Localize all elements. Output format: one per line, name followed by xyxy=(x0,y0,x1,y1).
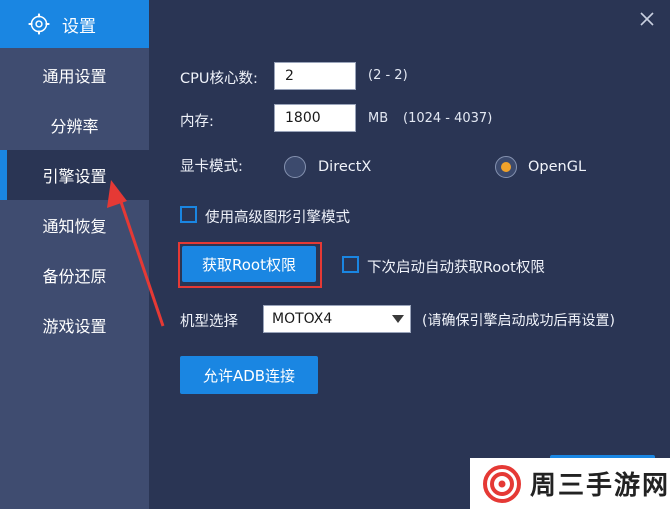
cpu-range: (2 - 2) xyxy=(368,68,408,83)
model-note: (请确保引擎启动成功后再设置) xyxy=(422,313,615,329)
allow-adb-button[interactable]: 允许ADB连接 xyxy=(180,356,318,394)
nav-item-resolution[interactable]: 分辨率 xyxy=(0,100,149,150)
cpu-label: CPU核心数: xyxy=(180,71,258,87)
site-logo-icon xyxy=(483,464,521,503)
chevron-down-icon xyxy=(392,315,404,323)
settings-nav: 通用设置 分辨率 引擎设置 通知恢复 备份还原 游戏设置 xyxy=(0,50,149,350)
radio-opengl-label: OpenGL xyxy=(528,159,587,175)
model-label: 机型选择 xyxy=(180,314,238,330)
get-root-button[interactable]: 获取Root权限 xyxy=(182,246,316,282)
nav-item-engine[interactable]: 引擎设置 xyxy=(0,150,149,200)
advanced-engine-label: 使用高级图形引擎模式 xyxy=(205,210,350,226)
nav-item-label: 分辨率 xyxy=(50,117,99,136)
memory-label: 内存: xyxy=(180,114,214,130)
close-icon[interactable] xyxy=(636,8,658,30)
settings-header: 设置 xyxy=(0,0,149,48)
nav-item-general[interactable]: 通用设置 xyxy=(0,50,149,100)
model-select[interactable]: MOTOX4 xyxy=(263,305,411,333)
nav-item-label: 备份还原 xyxy=(42,267,107,286)
gear-icon xyxy=(28,13,50,35)
radio-directx[interactable] xyxy=(284,156,306,178)
nav-item-label: 通知恢复 xyxy=(42,217,107,236)
memory-input[interactable]: 1800 xyxy=(274,104,356,132)
nav-item-label: 引擎设置 xyxy=(42,167,107,186)
auto-root-label: 下次启动自动获取Root权限 xyxy=(367,260,545,276)
settings-title: 设置 xyxy=(62,16,96,37)
nav-item-backup[interactable]: 备份还原 xyxy=(0,250,149,300)
nav-item-label: 游戏设置 xyxy=(42,317,107,336)
memory-range: (1024 - 4037) xyxy=(403,111,493,126)
radio-directx-label: DirectX xyxy=(318,159,372,175)
nav-item-label: 通用设置 xyxy=(42,67,107,86)
cpu-input[interactable]: 2 xyxy=(274,62,356,90)
advanced-engine-checkbox[interactable] xyxy=(180,206,197,223)
sidebar: 设置 通用设置 分辨率 引擎设置 通知恢复 备份还原 游戏设置 xyxy=(0,0,149,509)
model-select-value: MOTOX4 xyxy=(272,311,333,327)
nav-item-notify-restore[interactable]: 通知恢复 xyxy=(0,200,149,250)
watermark: 周三手游网 xyxy=(470,458,670,509)
auto-root-checkbox[interactable] xyxy=(342,256,359,273)
gpu-mode-label: 显卡模式: xyxy=(180,159,243,175)
radio-opengl[interactable] xyxy=(495,156,517,178)
nav-item-game[interactable]: 游戏设置 xyxy=(0,300,149,350)
memory-unit: MB xyxy=(368,111,389,126)
watermark-text: 周三手游网 xyxy=(530,471,670,501)
